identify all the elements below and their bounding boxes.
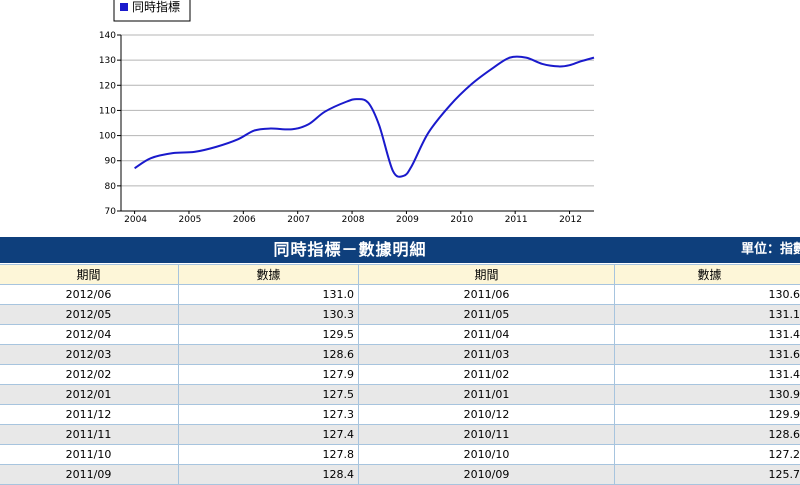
period-cell: 2012/05 xyxy=(0,305,179,325)
table-header-row: 期間 數據 期間 數據 xyxy=(0,265,800,285)
x-tick-label: 2012 xyxy=(559,215,582,225)
x-tick-label: 2004 xyxy=(124,215,147,225)
value-cell: 130.6 xyxy=(615,285,800,305)
detail-table: 期間 數據 期間 數據 2012/06 131.0 2011/06 130.6 … xyxy=(0,264,800,485)
x-tick-label: 2007 xyxy=(287,215,310,225)
table-row: 2012/05 130.3 2011/05 131.1 xyxy=(0,305,800,325)
value-cell: 130.9 xyxy=(615,385,800,405)
period-cell: 2010/12 xyxy=(359,405,615,425)
unit-label: 單位：指數 xyxy=(741,237,800,263)
x-tick-label: 2005 xyxy=(179,215,202,225)
period-cell: 2011/10 xyxy=(0,445,179,465)
detail-title: 同時指標－數據明細 xyxy=(0,237,700,263)
table-row: 2011/12 127.3 2010/12 129.9 xyxy=(0,405,800,425)
period-cell: 2010/09 xyxy=(359,465,615,485)
y-tick-label: 120 xyxy=(99,81,116,91)
header-value-2: 數據 xyxy=(615,265,800,285)
detail-banner: 同時指標－數據明細 單位：指數 xyxy=(0,237,800,263)
period-cell: 2011/03 xyxy=(359,345,615,365)
period-cell: 2011/02 xyxy=(359,365,615,385)
value-cell: 131.4 xyxy=(615,365,800,385)
value-cell: 129.5 xyxy=(179,325,359,345)
y-tick-label: 90 xyxy=(105,157,117,167)
value-cell: 131.1 xyxy=(615,305,800,325)
period-cell: 2011/12 xyxy=(0,405,179,425)
value-cell: 127.3 xyxy=(179,405,359,425)
value-cell: 127.4 xyxy=(179,425,359,445)
header-value-1: 數據 xyxy=(179,265,359,285)
x-tick-label: 2008 xyxy=(342,215,365,225)
x-tick-label: 2009 xyxy=(396,215,419,225)
period-cell: 2011/05 xyxy=(359,305,615,325)
period-cell: 2010/10 xyxy=(359,445,615,465)
value-cell: 130.3 xyxy=(179,305,359,325)
table-row: 2011/10 127.8 2010/10 127.2 xyxy=(0,445,800,465)
table-row: 2012/01 127.5 2011/01 130.9 xyxy=(0,385,800,405)
period-cell: 2010/11 xyxy=(359,425,615,445)
value-cell: 127.5 xyxy=(179,385,359,405)
period-cell: 2012/06 xyxy=(0,285,179,305)
table-row: 2012/06 131.0 2011/06 130.6 xyxy=(0,285,800,305)
value-cell: 131.0 xyxy=(179,285,359,305)
period-cell: 2011/01 xyxy=(359,385,615,405)
value-cell: 131.6 xyxy=(615,345,800,365)
value-cell: 125.7 xyxy=(615,465,800,485)
x-tick-label: 2010 xyxy=(450,215,473,225)
header-period-1: 期間 xyxy=(0,265,179,285)
y-tick-label: 140 xyxy=(99,31,116,41)
y-tick-label: 100 xyxy=(99,132,116,142)
x-tick-label: 2006 xyxy=(233,215,256,225)
legend: 同時指標 xyxy=(114,0,190,21)
table-row: 2012/03 128.6 2011/03 131.6 xyxy=(0,345,800,365)
y-tick-label: 70 xyxy=(105,207,117,217)
legend-label: 同時指標 xyxy=(132,0,180,14)
period-cell: 2012/02 xyxy=(0,365,179,385)
value-cell: 127.9 xyxy=(179,365,359,385)
value-cell: 127.2 xyxy=(615,445,800,465)
y-tick-label: 80 xyxy=(105,182,117,192)
value-cell: 128.4 xyxy=(179,465,359,485)
value-cell: 128.6 xyxy=(179,345,359,365)
y-tick-label: 130 xyxy=(99,56,116,66)
table-row: 2012/02 127.9 2011/02 131.4 xyxy=(0,365,800,385)
table-row: 2011/09 128.4 2010/09 125.7 xyxy=(0,465,800,485)
header-period-2: 期間 xyxy=(359,265,615,285)
value-cell: 127.8 xyxy=(179,445,359,465)
period-cell: 2011/09 xyxy=(0,465,179,485)
line-chart: 同時指標 70 80 90 100 110 120 130 140 2004 2005 2006 20… xyxy=(0,0,800,236)
period-cell: 2012/04 xyxy=(0,325,179,345)
y-tick-label: 110 xyxy=(99,106,116,116)
value-cell: 128.6 xyxy=(615,425,800,445)
value-cell: 131.4 xyxy=(615,325,800,345)
value-cell: 129.9 xyxy=(615,405,800,425)
x-tick-label: 2011 xyxy=(505,215,528,225)
table-row: 2011/11 127.4 2010/11 128.6 xyxy=(0,425,800,445)
period-cell: 2012/01 xyxy=(0,385,179,405)
table-row: 2012/04 129.5 2011/04 131.4 xyxy=(0,325,800,345)
period-cell: 2011/04 xyxy=(359,325,615,345)
period-cell: 2011/11 xyxy=(0,425,179,445)
period-cell: 2012/03 xyxy=(0,345,179,365)
legend-swatch xyxy=(120,3,128,11)
period-cell: 2011/06 xyxy=(359,285,615,305)
